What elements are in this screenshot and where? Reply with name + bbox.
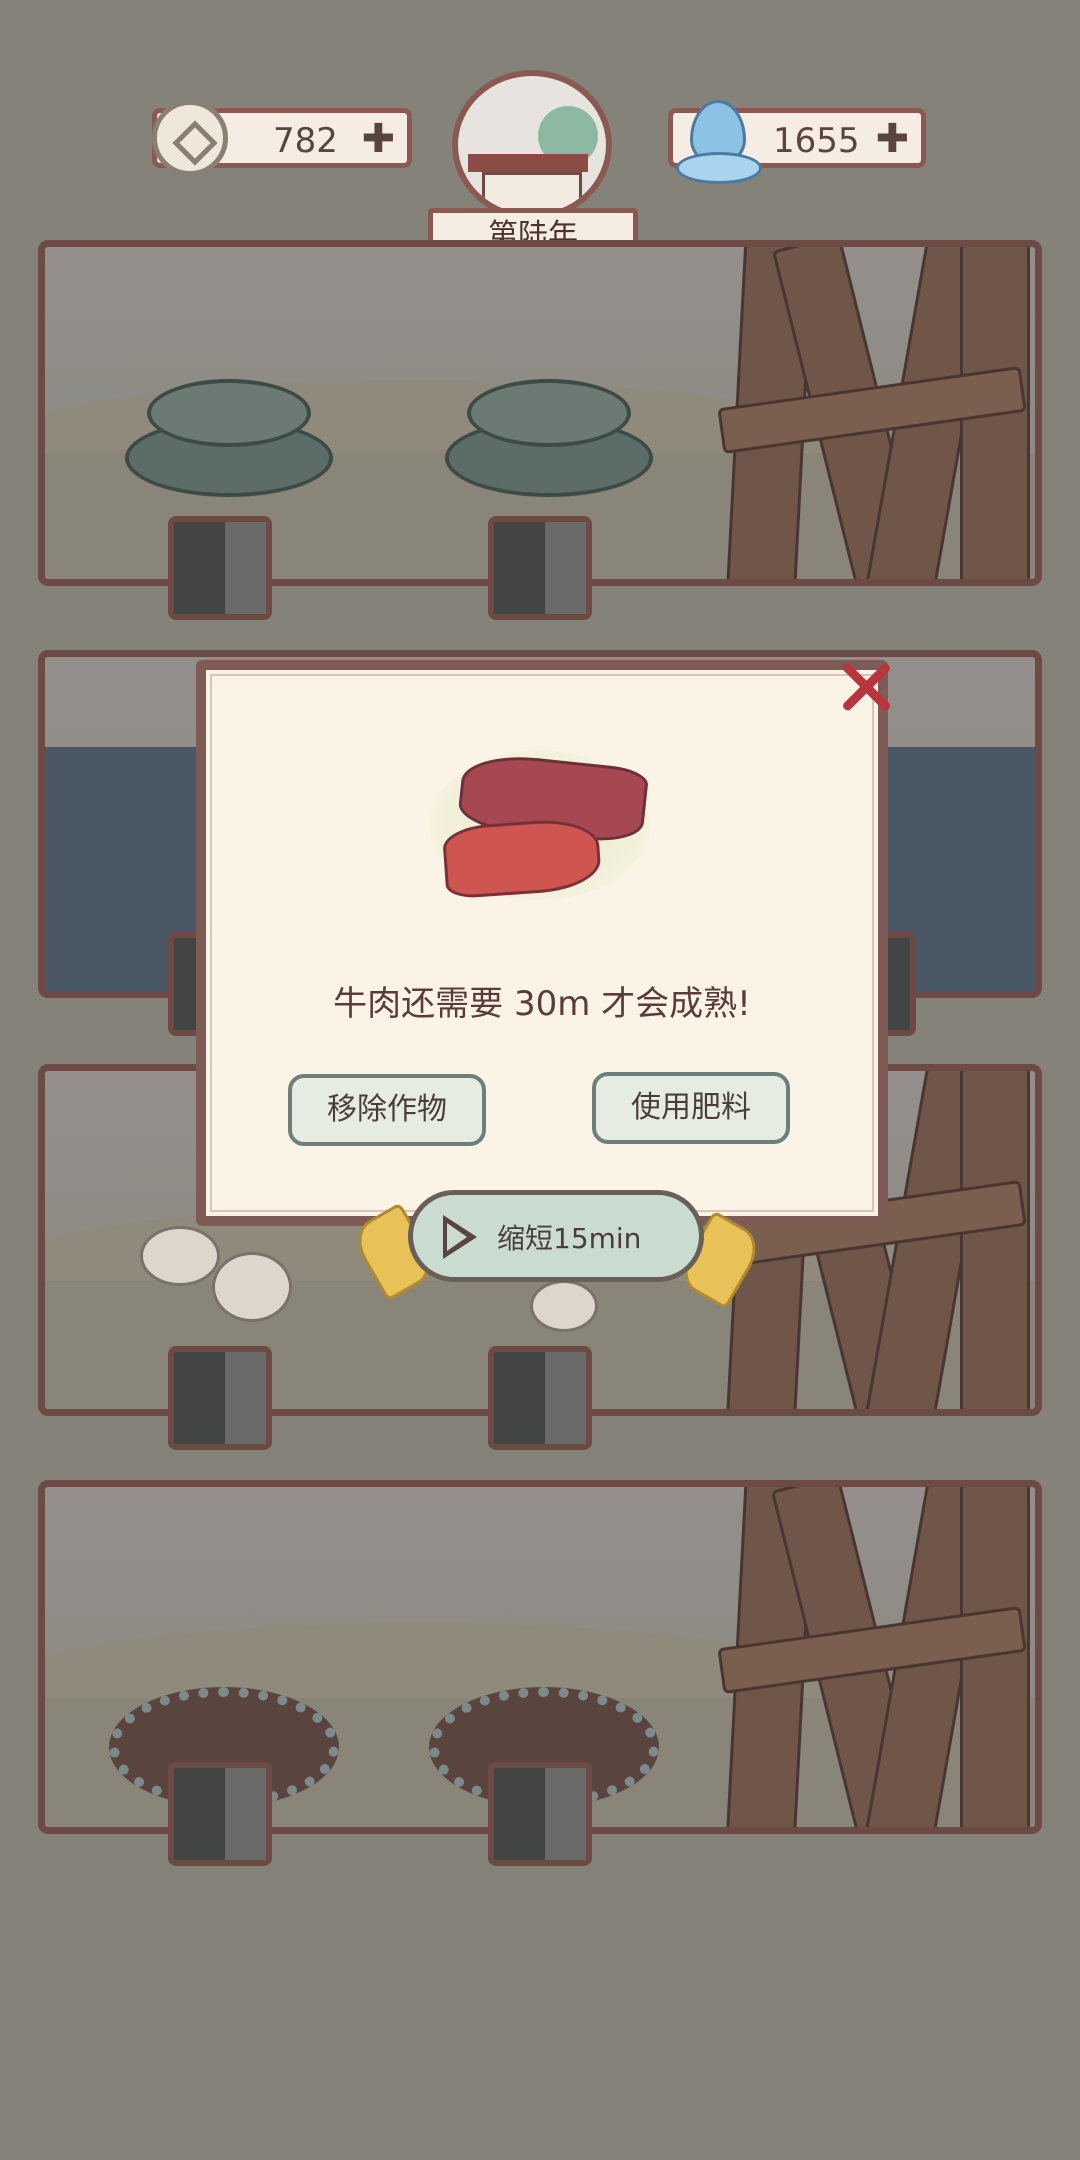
remove-crop-button[interactable]: 移除作物 — [288, 1074, 486, 1146]
beef-icon — [430, 740, 650, 900]
cow[interactable] — [140, 1226, 220, 1286]
coin-icon — [152, 100, 228, 176]
locked-fence[interactable] — [715, 247, 1035, 579]
spirit-count: 1655 — [773, 121, 860, 161]
livestock-slot-2[interactable] — [488, 1346, 592, 1450]
stone-mill-2[interactable] — [445, 337, 653, 497]
pavilion-emblem-icon — [452, 70, 612, 220]
livestock-slot-1[interactable] — [168, 1346, 272, 1450]
shorten-time-label: 缩短15min — [497, 1222, 642, 1255]
locked-fence-3[interactable] — [715, 1487, 1035, 1827]
pond-slot-2[interactable] — [488, 1762, 592, 1866]
stone-mill-1[interactable] — [125, 337, 333, 497]
mill-slot-2[interactable] — [488, 516, 592, 620]
use-fertilizer-button[interactable]: 使用肥料 — [592, 1072, 790, 1144]
sheep-2[interactable] — [530, 1280, 598, 1332]
add-spirit-button[interactable]: ✚ — [875, 117, 909, 161]
mill-slot-1[interactable] — [168, 516, 272, 620]
water-drop-icon — [676, 92, 762, 184]
pond-slot-1[interactable] — [168, 1762, 272, 1866]
play-icon — [443, 1215, 477, 1259]
coin-count: 782 — [273, 121, 338, 161]
add-coins-button[interactable]: ✚ — [361, 117, 395, 161]
close-icon[interactable] — [838, 660, 892, 714]
shorten-time-video-button[interactable]: 缩短15min — [408, 1190, 704, 1282]
growth-message: 牛肉还需要 30m 才会成熟! — [333, 984, 751, 1024]
sheep[interactable] — [212, 1252, 292, 1322]
